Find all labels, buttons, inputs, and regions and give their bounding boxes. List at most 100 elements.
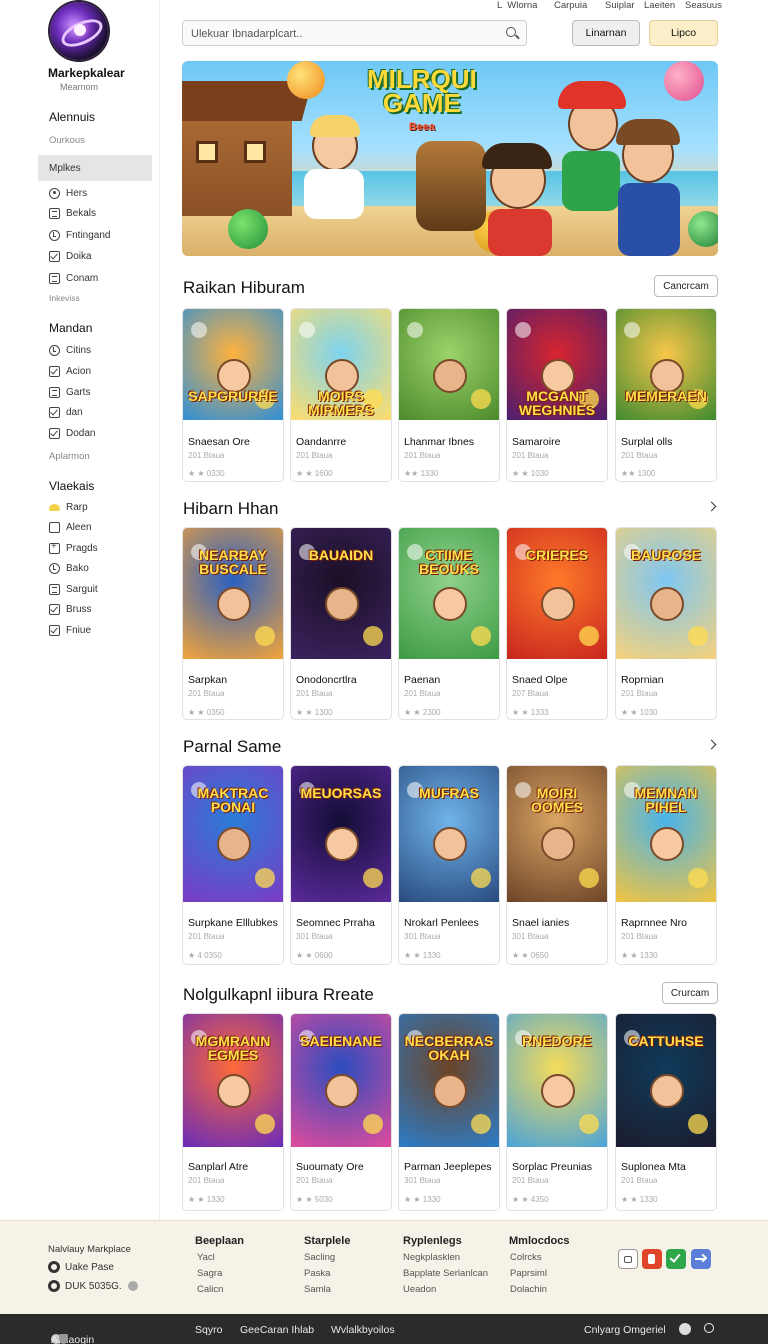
game-card-thumbnail[interactable]: CRIERES	[507, 528, 607, 659]
game-card-thumbnail[interactable]: BAUROSE	[616, 528, 716, 659]
footer-link[interactable]: Paprsiml	[510, 1268, 547, 1279]
footer-link[interactable]: Calicn	[197, 1284, 223, 1295]
footer-link[interactable]: Sacling	[304, 1252, 335, 1263]
game-card-thumbnail[interactable]: NEARBAY BUSCALE	[183, 528, 283, 659]
sidebar-item-2[interactable]: Bekals	[49, 204, 96, 222]
sidebar-item-7[interactable]: Acion	[49, 362, 91, 380]
game-card-thumbnail[interactable]: MGMRANN EGMES	[183, 1014, 283, 1147]
sidebar-item-4[interactable]: Doika	[49, 247, 92, 265]
game-card[interactable]: BAUAIDN Onodoncrtlra 201 Btaua ★ ★ 1300	[290, 527, 392, 720]
sidebar-item-10[interactable]: Dodan	[49, 424, 95, 442]
sidebar-item-13[interactable]: Pragds	[49, 539, 98, 557]
game-card-thumbnail[interactable]: RNEDORE	[507, 1014, 607, 1147]
game-card-title[interactable]: Seomnec Prraha	[296, 917, 375, 929]
footer-link[interactable]: Sagra	[197, 1268, 222, 1279]
game-card[interactable]: MOIRS MIRMERS Oandanrre 201 Btaua ★ ★ 1600	[290, 308, 392, 482]
game-card[interactable]: MEUORSAS Seomnec Prraha 301 Btaua ★ ★ 0600	[290, 765, 392, 965]
header-button-login[interactable]: Linarnan	[572, 20, 640, 46]
game-card-title[interactable]: Oandanrre	[296, 436, 346, 448]
game-card-thumbnail[interactable]: MOIRS MIRMERS	[291, 309, 391, 420]
search-input[interactable]	[191, 25, 491, 42]
game-card[interactable]: CTIIME BEOUKS Paenan 201 Btaua ★ ★ 2300	[398, 527, 500, 720]
footer-line[interactable]: Uake Pase	[48, 1261, 114, 1273]
sidebar-item-12[interactable]: Aleen	[49, 518, 92, 536]
sidebar-item-14[interactable]: Bako	[49, 559, 89, 577]
footer-link[interactable]: Yacl	[197, 1252, 215, 1263]
footer-link[interactable]: Dolachin	[510, 1284, 547, 1295]
sidebar-item-3[interactable]: Fntingand	[49, 226, 110, 244]
game-card-title[interactable]: Sarpkan	[188, 674, 227, 686]
topnav-link-5[interactable]: Seasuus	[685, 0, 722, 12]
game-card-thumbnail[interactable]: CATTUHSE	[616, 1014, 716, 1147]
social-share-icon[interactable]	[691, 1249, 711, 1269]
game-card[interactable]: MOIRI OOMES Snael ianies 301 Btaua ★ ★ 0650	[506, 765, 608, 965]
social-check-icon[interactable]	[666, 1249, 686, 1269]
sidebar-item-9[interactable]: dan	[49, 403, 83, 421]
game-card-title[interactable]: Samaroire	[512, 436, 560, 448]
footer-link[interactable]: Ueadon	[403, 1284, 436, 1295]
social-youtube-icon[interactable]	[642, 1249, 662, 1269]
sidebar-item-5[interactable]: Conam	[49, 269, 98, 287]
game-card[interactable]: NECBERRAS OKAH Parman Jeeplepes 301 Btaua ★…	[398, 1013, 500, 1211]
game-card-title[interactable]: Surpkane Elllubkes	[188, 917, 278, 929]
section-see-all-button[interactable]: Crurcam	[662, 982, 718, 1004]
game-card-title[interactable]: Raprnnee Nro	[621, 917, 687, 929]
topnav-link-3[interactable]: Suiplar	[605, 0, 635, 12]
game-card-thumbnail[interactable]	[399, 309, 499, 420]
search-icon[interactable]	[506, 27, 516, 37]
sidebar-item-15[interactable]: Sarguit	[49, 580, 98, 598]
game-card-title[interactable]: Suoumaty Ore	[296, 1161, 364, 1173]
sidebar-item-1[interactable]: Hers	[49, 184, 87, 202]
game-card-title[interactable]: Lhanmar Ibnes	[404, 436, 474, 448]
brand-logo-icon[interactable]	[50, 2, 108, 60]
game-card[interactable]: Lhanmar Ibnes 201 Btaua ★★ 1330	[398, 308, 500, 482]
game-card-title[interactable]: Snael ianies	[512, 917, 569, 929]
sidebar-item-8[interactable]: Garts	[49, 383, 90, 401]
game-card-thumbnail[interactable]: CTIIME BEOUKS	[399, 528, 499, 659]
footer-link[interactable]: Negkplasklen	[403, 1252, 460, 1263]
game-card-thumbnail[interactable]: MEUORSAS	[291, 766, 391, 902]
hero-banner[interactable]: MILRQUI GAME Beea	[182, 61, 718, 256]
chevron-right-icon[interactable]	[706, 501, 717, 512]
topnav-link-1[interactable]: L Wlorna	[497, 0, 537, 12]
game-card[interactable]: MCGANT WEGHNIES Samaroire 201 Btaua ★ ★ 103…	[506, 308, 608, 482]
footer-link[interactable]: Bapplate Serlanlcan	[403, 1268, 488, 1279]
game-card-thumbnail[interactable]: MEMERAEN	[616, 309, 716, 420]
game-card-title[interactable]: Paenan	[404, 674, 440, 686]
footer-link[interactable]: Paska	[304, 1268, 330, 1279]
globe-icon[interactable]	[679, 1323, 691, 1335]
game-card[interactable]: BAUROSE Roprnian 201 Btaua ★ ★ 1030	[615, 527, 717, 720]
game-card-thumbnail[interactable]: MUFRAS	[399, 766, 499, 902]
footer-link[interactable]: Colrcks	[510, 1252, 542, 1263]
game-card-title[interactable]: Surplal olls	[621, 436, 672, 448]
game-card-title[interactable]: Parman Jeeplepes	[404, 1161, 492, 1173]
game-card-thumbnail[interactable]: NECBERRAS OKAH	[399, 1014, 499, 1147]
game-card-thumbnail[interactable]: MEMNAN PIHEL	[616, 766, 716, 902]
sidebar-item-11[interactable]: Rarp	[49, 498, 88, 516]
social-generic-icon[interactable]	[618, 1249, 638, 1269]
game-card-title[interactable]: Snaesan Ore	[188, 436, 250, 448]
sidebar-item-6[interactable]: Citins	[49, 341, 91, 359]
footer-line[interactable]: DUK 5035G.	[48, 1280, 138, 1292]
sidebar-item-17[interactable]: Fniue	[49, 621, 91, 639]
topnav-link-2[interactable]: Carpuia	[554, 0, 587, 12]
bottom-bar-link[interactable]: Sqyro	[195, 1324, 222, 1336]
chevron-right-icon[interactable]	[706, 739, 717, 750]
game-card-title[interactable]: Sanplarl Atre	[188, 1161, 248, 1173]
game-card[interactable]: CATTUHSE Suplonea Mta 201 Btaua ★ ★ 1330	[615, 1013, 717, 1211]
game-card[interactable]: MAKTRAC PONAI Surpkane Elllubkes 201 Btaua…	[182, 765, 284, 965]
game-card-thumbnail[interactable]: BAUAIDN	[291, 528, 391, 659]
game-card-thumbnail[interactable]: MAKTRAC PONAI	[183, 766, 283, 902]
game-card[interactable]: NEARBAY BUSCALE Sarpkan 201 Btaua ★ ★ 0350	[182, 527, 284, 720]
game-card-title[interactable]: Snaed Olpe	[512, 674, 567, 686]
game-card[interactable]: MEMNAN PIHEL Raprnnee Nro 201 Btaua ★ ★ 133…	[615, 765, 717, 965]
header-button-signup[interactable]: Lipco	[649, 20, 718, 46]
game-card[interactable]: CRIERES Snaed Olpe 207 Btaua ★ ★ 1333	[506, 527, 608, 720]
game-card-thumbnail[interactable]: SAPGRURHE	[183, 309, 283, 420]
sidebar-item-active[interactable]: Mplkes	[49, 159, 81, 177]
sidebar-item-16[interactable]: Bruss	[49, 600, 92, 618]
game-card[interactable]: SAPGRURHE Snaesan Ore 201 Btaua ★ ★ 0330	[182, 308, 284, 482]
game-card[interactable]: MUFRAS Nrokarl Penlees 301 Btaua ★ ★ 1330	[398, 765, 500, 965]
game-card[interactable]: SAEIENANE Suoumaty Ore 201 Btaua ★ ★ 5030	[290, 1013, 392, 1211]
game-card[interactable]: RNEDORE Sorplac Preunias 201 Btaua ★ ★ 4350	[506, 1013, 608, 1211]
